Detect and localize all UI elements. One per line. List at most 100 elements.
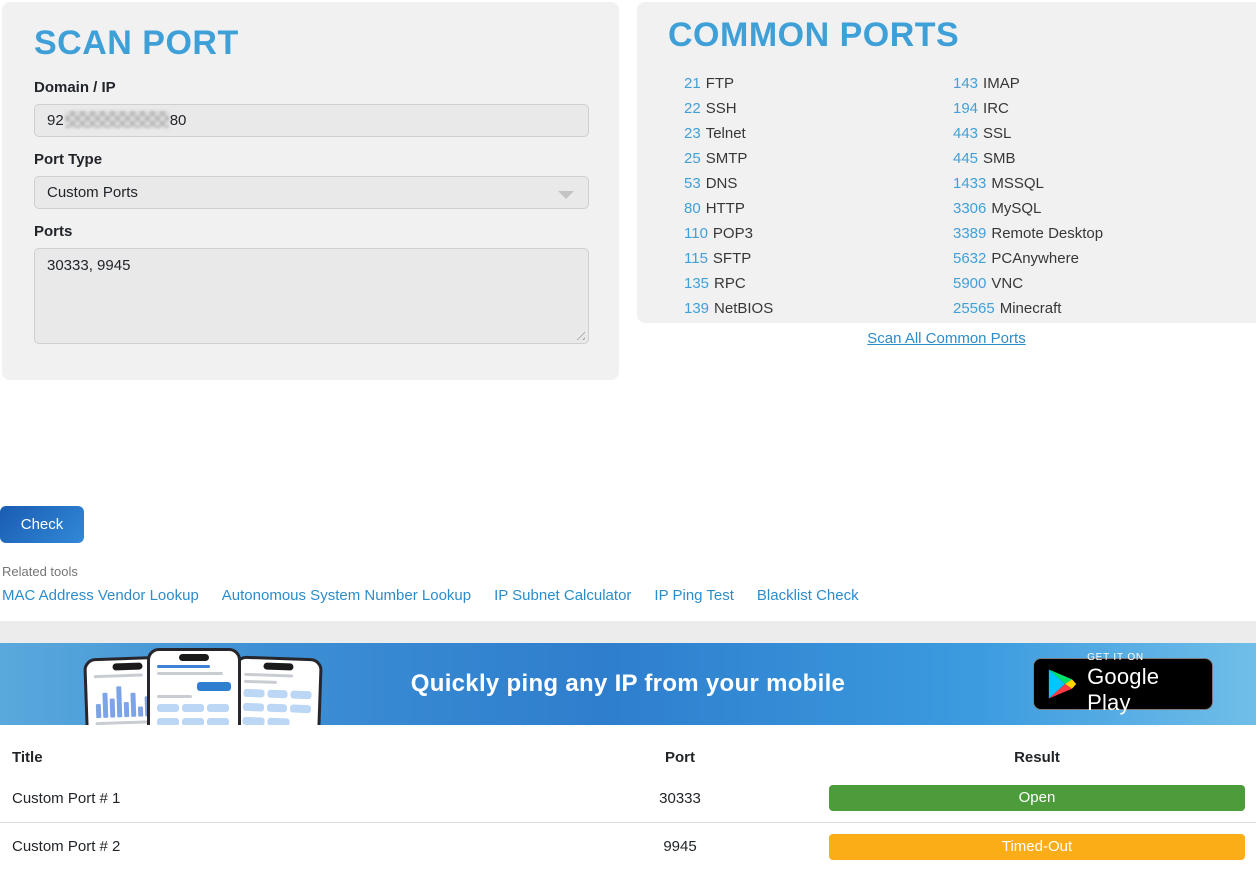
common-port-item[interactable]: 443SSL [953, 121, 1256, 146]
port-number: 3389 [953, 225, 986, 242]
link-ip-subnet-calculator[interactable]: IP Subnet Calculator [494, 587, 631, 604]
port-number: 22 [684, 100, 701, 117]
common-ports-right-column: 143 IMAP 194 IRC 443SSL 445 SMB 1433 MSSQL 3… [953, 71, 1256, 321]
common-port-item[interactable]: 53DNS [684, 171, 953, 196]
port-number: 5900 [953, 275, 986, 292]
port-name: IRC [983, 100, 1009, 117]
port-name: MSSQL [991, 175, 1044, 192]
phone-mockup [147, 648, 241, 725]
scan-all-common-ports-link[interactable]: Scan All Common Ports [867, 330, 1025, 347]
related-tools-heading: Related tools [2, 564, 78, 579]
mobile-app-banner: Quickly ping any IP from your mobile GET… [0, 643, 1256, 725]
port-number: 110 [684, 225, 708, 242]
header-title: Title [0, 749, 600, 766]
link-asn-lookup[interactable]: Autonomous System Number Lookup [222, 587, 471, 604]
port-name: NetBIOS [714, 300, 773, 317]
common-ports-grid: 21FTP 22 SSH 23 Telnet 25 SMTP 53DNS 80HTTP… [668, 71, 1256, 321]
related-tools-links: MAC Address Vendor Lookup Autonomous Sys… [2, 587, 859, 604]
resize-handle-icon[interactable] [573, 328, 585, 340]
common-port-item[interactable]: 22 SSH [684, 96, 953, 121]
common-port-item[interactable]: 21FTP [684, 71, 953, 96]
status-badge-open: Open [829, 785, 1245, 811]
phone-notch [112, 663, 142, 671]
port-number: 3306 [953, 200, 986, 217]
status-badge-timeout: Timed-Out [829, 834, 1245, 860]
page: SCAN PORT Domain / IP 92 80 Port Type Cus… [0, 0, 1256, 875]
get-it-on-label: GET IT ON [1087, 652, 1198, 663]
port-name: SFTP [713, 250, 751, 267]
port-type-label: Port Type [34, 151, 587, 168]
port-number: 23 [684, 125, 701, 142]
common-port-item[interactable]: 23 Telnet [684, 121, 953, 146]
common-port-item[interactable]: 194 IRC [953, 96, 1256, 121]
port-number: 143 [953, 75, 978, 92]
ports-textarea[interactable]: 30333, 9945 [34, 248, 589, 344]
port-name: IMAP [983, 75, 1020, 92]
google-play-badge[interactable]: GET IT ON Google Play [1033, 658, 1213, 710]
check-button[interactable]: Check [0, 506, 84, 543]
port-name: VNC [991, 275, 1023, 292]
domain-value-suffix: 80 [170, 112, 187, 129]
link-mac-address-vendor-lookup[interactable]: MAC Address Vendor Lookup [2, 587, 199, 604]
mini-button [197, 682, 231, 691]
ports-value: 30333, 9945 [47, 257, 130, 274]
port-type-select[interactable]: Custom Ports [34, 176, 589, 209]
ports-label: Ports [34, 223, 587, 240]
common-port-item[interactable]: 80HTTP [684, 196, 953, 221]
gray-strip [0, 621, 1256, 643]
row-port: 9945 [600, 838, 760, 855]
common-port-item[interactable]: 3389 Remote Desktop [953, 221, 1256, 246]
port-name: SMB [983, 150, 1016, 167]
common-port-item[interactable]: 25565Minecraft [953, 296, 1256, 321]
chevron-down-icon [558, 191, 574, 199]
scan-port-title: SCAN PORT [34, 24, 587, 63]
google-play-label: Google Play [1087, 664, 1198, 716]
google-play-icon [1048, 666, 1077, 702]
common-port-item[interactable]: 135RPC [684, 271, 953, 296]
domain-label: Domain / IP [34, 79, 587, 96]
common-ports-title: COMMON PORTS [668, 16, 1256, 55]
row-title: Custom Port # 1 [0, 790, 600, 807]
table-row: Custom Port # 1 30333 Open [0, 774, 1256, 822]
common-port-item[interactable]: 25 SMTP [684, 146, 953, 171]
port-name: POP3 [713, 225, 753, 242]
port-number: 445 [953, 150, 978, 167]
google-play-text: GET IT ON Google Play [1087, 652, 1198, 716]
common-port-item[interactable]: 143 IMAP [953, 71, 1256, 96]
common-port-item[interactable]: 445 SMB [953, 146, 1256, 171]
port-number: 5632 [953, 250, 986, 267]
scan-all-wrap: Scan All Common Ports [637, 330, 1256, 348]
redacted-blur [65, 111, 169, 128]
port-number: 115 [684, 250, 708, 267]
common-port-item[interactable]: 1433 MSSQL [953, 171, 1256, 196]
domain-input[interactable]: 92 80 [34, 104, 589, 137]
domain-value-prefix: 92 [47, 112, 64, 129]
common-port-item[interactable]: 3306 MySQL [953, 196, 1256, 221]
port-number: 194 [953, 100, 978, 117]
link-ip-ping-test[interactable]: IP Ping Test [654, 587, 734, 604]
common-port-item[interactable]: 5632PCAnywhere [953, 246, 1256, 271]
table-row: Custom Port # 2 9945 Timed-Out [0, 822, 1256, 870]
port-number: 1433 [953, 175, 986, 192]
common-port-item[interactable]: 139NetBIOS [684, 296, 953, 321]
common-port-item[interactable]: 5900 VNC [953, 271, 1256, 296]
port-number: 25 [684, 150, 701, 167]
port-name: HTTP [706, 200, 745, 217]
row-title: Custom Port # 2 [0, 838, 600, 855]
common-ports-panel: COMMON PORTS 21FTP 22 SSH 23 Telnet 25 SMTP… [637, 2, 1256, 323]
port-name: SSH [706, 100, 737, 117]
phone-notch [263, 663, 293, 671]
port-name: Telnet [706, 125, 746, 142]
port-number: 53 [684, 175, 701, 192]
port-name: MySQL [991, 200, 1041, 217]
link-blacklist-check[interactable]: Blacklist Check [757, 587, 859, 604]
header-result: Result [829, 749, 1245, 766]
port-number: 443 [953, 125, 978, 142]
common-port-item[interactable]: 115 SFTP [684, 246, 953, 271]
results-header-row: Title Port Result [0, 740, 1256, 774]
phone-notch [179, 654, 209, 661]
port-name: SMTP [706, 150, 748, 167]
common-port-item[interactable]: 110 POP3 [684, 221, 953, 246]
port-name: Remote Desktop [991, 225, 1103, 242]
port-number: 25565 [953, 300, 995, 317]
